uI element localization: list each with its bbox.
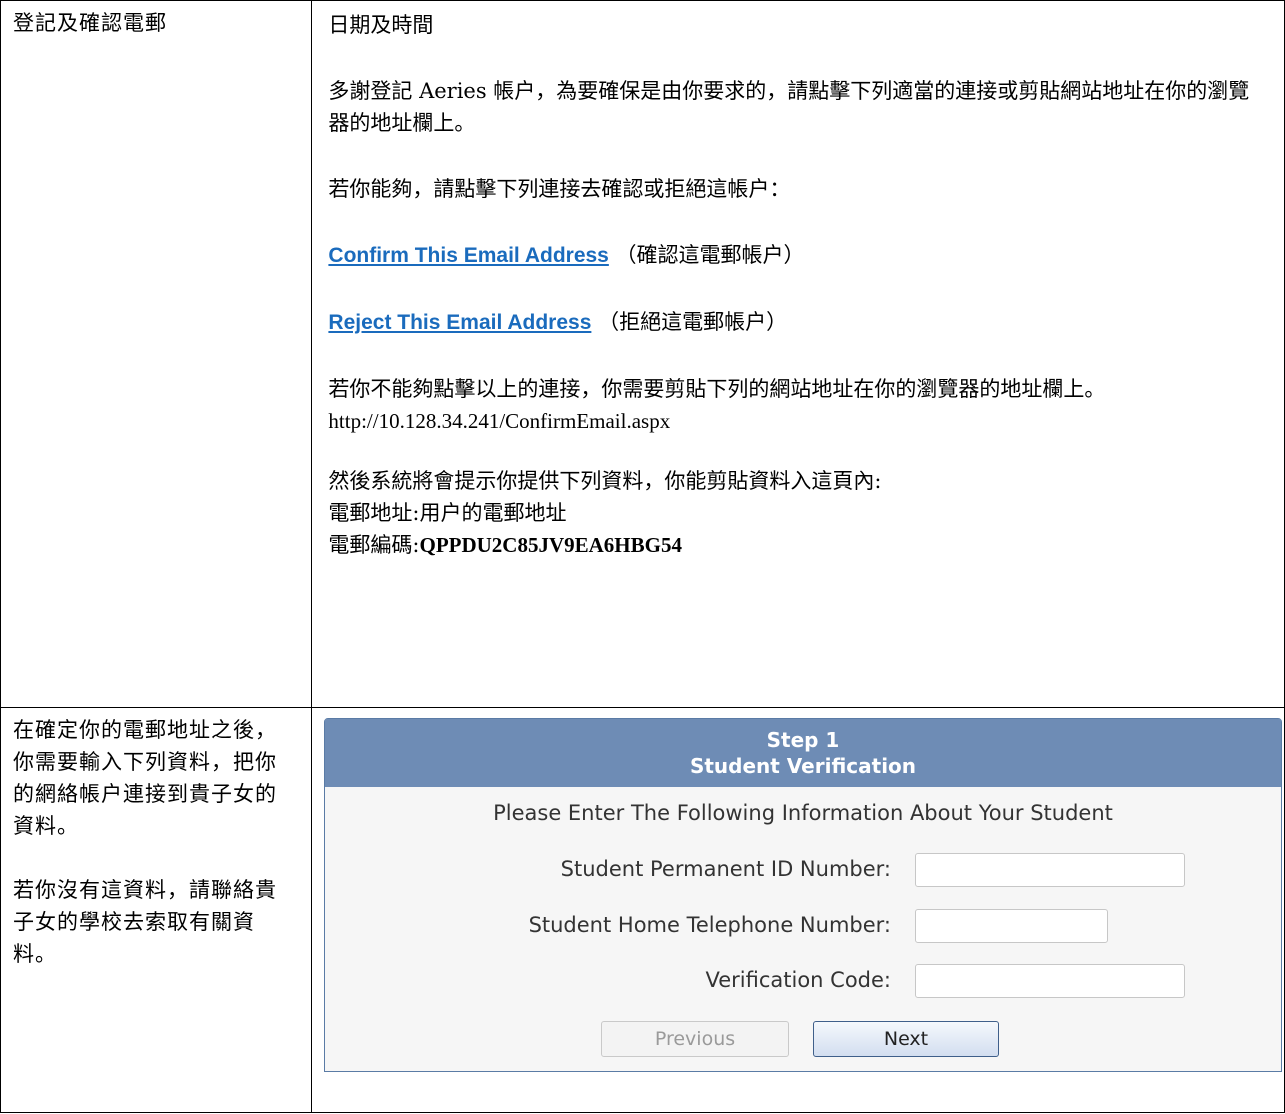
reject-email-link[interactable]: Reject This Email Address	[328, 311, 591, 334]
step-body: Please Enter The Following Information A…	[325, 787, 1281, 1071]
reject-note: （拒絕這電郵帳户）	[598, 310, 788, 334]
contact-school-note: 若你沒有這資料，請聯絡貴子女的學校去索取有關資料。	[13, 878, 277, 966]
next-button[interactable]: Next	[813, 1021, 999, 1057]
student-id-label: Student Permanent ID Number:	[560, 857, 891, 881]
confirm-url: http://10.128.34.241/ConfirmEmail.aspx	[328, 409, 671, 433]
confirm-email-link[interactable]: Confirm This Email Address	[328, 244, 608, 267]
intro-paragraph: 多謝登記 Aeries 帳户，為要確保是由你要求的，請點擊下列適當的連接或剪貼網…	[328, 79, 1250, 135]
date-time-label: 日期及時間	[328, 13, 434, 37]
step-number: Step 1	[766, 728, 840, 752]
email-label: 電郵地址:	[328, 501, 420, 525]
left-cell-register: 登記及確認電郵	[0, 0, 313, 708]
confirm-line: Confirm This Email Address （確認這電郵帳户）	[328, 239, 1284, 272]
verification-code-label: Verification Code:	[705, 968, 891, 992]
then-paragraph: 然後系統將會提示你提供下列資料，你能剪貼資料入這頁內:	[328, 469, 882, 493]
step-instructions: Please Enter The Following Information A…	[493, 801, 1113, 825]
verification-instruction: 在確定你的電郵地址之後，你需要輸入下列資料，把你的網絡帳户連接到貴子女的資料。	[13, 718, 277, 838]
register-heading: 登記及確認電郵	[13, 11, 167, 35]
code-value: QPPDU2C85JV9EA6HBG54	[419, 533, 682, 557]
home-phone-label: Student Home Telephone Number:	[528, 913, 891, 937]
reject-line: Reject This Email Address （拒絕這電郵帳户）	[328, 306, 1284, 339]
email-value: 用户的電郵地址	[419, 501, 567, 525]
home-phone-input[interactable]	[915, 909, 1108, 943]
email-line: 電郵地址:用户的電郵地址	[328, 497, 1284, 529]
cannot-click-paragraph: 若你不能夠點擊以上的連接，你需要剪貼下列的網站地址在你的瀏覽器的地址欄上。	[328, 377, 1106, 401]
code-line: 電郵編碼:QPPDU2C85JV9EA6HBG54	[328, 529, 1284, 561]
student-verification-panel: Step 1 Student Verification Please Enter…	[324, 718, 1282, 1072]
ability-paragraph: 若你能夠，請點擊下列連接去確認或拒絕這帳户：	[328, 177, 791, 201]
table-row: 登記及確認電郵 日期及時間 多謝登記 Aeries 帳户，為要確保是由你要求的，…	[0, 0, 1285, 708]
step-header: Step 1 Student Verification	[325, 719, 1281, 787]
step-title: Student Verification	[689, 754, 917, 778]
previous-button[interactable]: Previous	[601, 1021, 789, 1057]
left-cell-instructions: 在確定你的電郵地址之後，你需要輸入下列資料，把你的網絡帳户連接到貴子女的資料。 …	[0, 707, 313, 1113]
code-label: 電郵編碼:	[328, 533, 420, 557]
confirm-note: （確認這電郵帳户）	[615, 243, 805, 267]
verification-code-input[interactable]	[915, 964, 1185, 998]
student-id-input[interactable]	[915, 853, 1185, 887]
right-cell-email-content: 日期及時間 多謝登記 Aeries 帳户，為要確保是由你要求的，請點擊下列適當的…	[311, 0, 1285, 708]
